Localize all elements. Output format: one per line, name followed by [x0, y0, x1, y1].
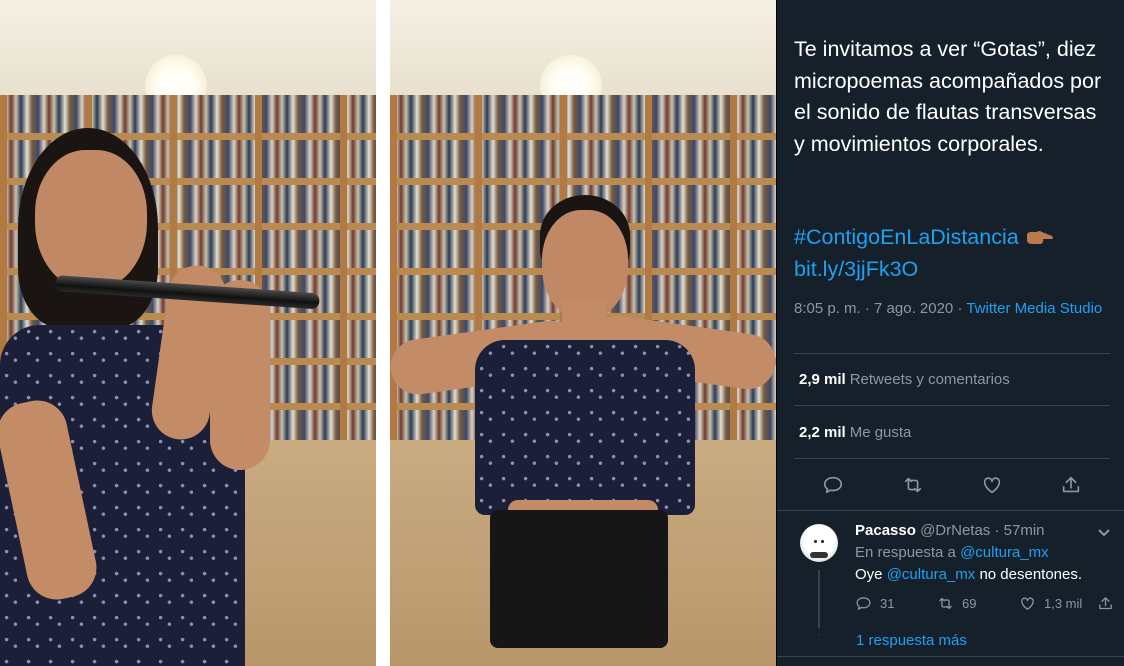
reply-text: Oye @cultura_mx no desentones.: [855, 566, 1082, 583]
reply-reply-count: 31: [880, 596, 895, 611]
divider: [777, 656, 1124, 657]
reply-menu-button[interactable]: [1095, 523, 1113, 541]
tweet-media[interactable]: [0, 0, 777, 666]
divider: [794, 458, 1110, 459]
divider: [794, 353, 1110, 354]
reply-header: Pacasso @DrNetas · 57min: [855, 522, 1105, 539]
reply-share-button[interactable]: [1097, 595, 1114, 612]
reply-actions: 31 69 1,3 mil: [855, 595, 1115, 617]
divider: [794, 405, 1110, 406]
tweet-actions: [794, 468, 1110, 502]
tweet-details: Te invitamos a ver “Gotas”, diez micropo…: [777, 0, 1124, 666]
like-button[interactable]: [975, 468, 1009, 502]
tweet-source-link[interactable]: Twitter Media Studio: [966, 300, 1102, 317]
retweet-icon: [939, 597, 952, 610]
reply-like-button[interactable]: 1,3 mil: [1019, 595, 1082, 612]
tweet-meta: 8:05 p. m. · 7 ago. 2020 · Twitter Media…: [794, 298, 1112, 319]
divider: [777, 510, 1124, 511]
share-button[interactable]: [1054, 468, 1088, 502]
reply-icon: [823, 476, 843, 494]
like-icon: [983, 477, 1001, 494]
likes-stat[interactable]: 2,2 mil Me gusta: [799, 424, 911, 441]
retweet-icon: [904, 477, 922, 493]
reply-button[interactable]: [816, 468, 850, 502]
avatar[interactable]: [800, 524, 838, 562]
like-icon: [1021, 597, 1034, 610]
reply-text-suffix: no desentones.: [975, 566, 1083, 583]
tweet-timestamp[interactable]: 8:05 p. m. · 7 ago. 2020: [794, 300, 953, 317]
likes-label: Me gusta: [849, 424, 912, 441]
in-reply-prefix: En respuesta a: [855, 544, 961, 561]
share-icon: [1062, 476, 1080, 493]
reply-time[interactable]: 57min: [1004, 522, 1045, 539]
hashtag-link[interactable]: #ContigoEnLaDistancia: [794, 225, 1019, 249]
reply-reply-button[interactable]: 31: [855, 595, 894, 612]
meta-separator: ·: [953, 300, 967, 317]
video-frame-flute[interactable]: [0, 0, 376, 666]
retweets-stat[interactable]: 2,9 mil Retweets y comentarios: [799, 371, 1010, 388]
share-icon: [1099, 597, 1112, 610]
reply-handle[interactable]: @DrNetas: [920, 522, 990, 539]
reply-retweet-button[interactable]: 69: [937, 595, 976, 612]
thread-line: [818, 570, 820, 628]
retweet-button[interactable]: [896, 468, 930, 502]
tweet-links: #ContigoEnLaDistancia bit.ly/3jjFk3O: [794, 222, 1112, 285]
chevron-down-icon: [1098, 529, 1110, 537]
reply-display-name[interactable]: Pacasso: [855, 522, 916, 539]
retweets-count: 2,9 mil: [799, 371, 846, 388]
video-frame-dancer[interactable]: [390, 0, 776, 666]
show-more-replies-link[interactable]: 1 respuesta más: [856, 632, 967, 649]
likes-count: 2,2 mil: [799, 424, 846, 441]
reply-dot-separator: ·: [994, 522, 1000, 539]
reply-icon: [856, 597, 871, 610]
in-reply-to: En respuesta a @cultura_mx: [855, 544, 1049, 561]
reply-mention[interactable]: @cultura_mx: [887, 566, 976, 583]
reply-text-prefix: Oye: [855, 566, 887, 583]
tweet-text: Te invitamos a ver “Gotas”, diez micropo…: [794, 37, 1102, 156]
reply-like-count: 1,3 mil: [1044, 596, 1083, 611]
thread-dots: · · ·: [817, 629, 821, 650]
hand-pointing-right-icon: [1026, 231, 1053, 245]
short-url-link[interactable]: bit.ly/3jjFk3O: [794, 257, 918, 281]
retweets-label: Retweets y comentarios: [849, 371, 1010, 388]
in-reply-handle[interactable]: @cultura_mx: [960, 544, 1049, 561]
media-divider: [376, 0, 390, 666]
reply-retweet-count: 69: [962, 596, 977, 611]
